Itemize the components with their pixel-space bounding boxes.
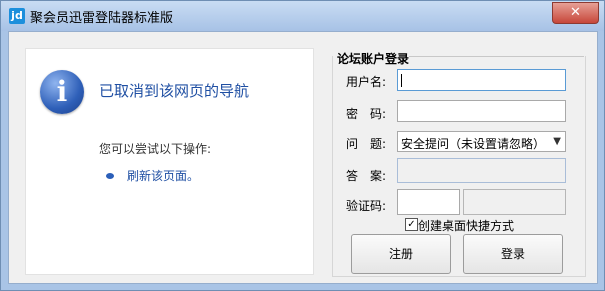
app-window: jd 聚会员迅雷登陆器标准版 ✕ i 已取消到该网页的导航 您可以尝试以下操作:… bbox=[0, 0, 605, 291]
username-input[interactable] bbox=[397, 69, 566, 91]
shortcut-label[interactable]: 创建桌面快捷方式 bbox=[418, 217, 514, 234]
register-button[interactable]: 注册 bbox=[351, 234, 451, 274]
password-label: 密 码: bbox=[346, 107, 387, 121]
answer-label: 答 案: bbox=[346, 169, 387, 183]
login-group-title: 论坛账户登录 bbox=[337, 52, 410, 66]
refresh-page-link[interactable]: 刷新该页面。 bbox=[127, 167, 199, 184]
bullet-icon bbox=[106, 173, 114, 179]
username-label: 用户名: bbox=[346, 75, 387, 89]
text-caret bbox=[401, 74, 402, 87]
embedded-browser: i 已取消到该网页的导航 您可以尝试以下操作: 刷新该页面。 bbox=[25, 48, 314, 275]
captcha-label: 验证码: bbox=[346, 199, 387, 213]
password-input[interactable] bbox=[397, 100, 566, 122]
group-divider bbox=[409, 56, 584, 57]
close-icon: ✕ bbox=[570, 5, 581, 20]
security-question-value: 安全提问（未设置请忽略） bbox=[401, 137, 546, 151]
close-button[interactable]: ✕ bbox=[552, 2, 599, 24]
client-area: i 已取消到该网页的导航 您可以尝试以下操作: 刷新该页面。 论坛账户登录 用户… bbox=[8, 31, 598, 284]
suggestion-text: 您可以尝试以下操作: bbox=[99, 142, 212, 156]
navigation-canceled-heading: 已取消到该网页的导航 bbox=[99, 82, 250, 100]
question-label: 问 题: bbox=[346, 137, 387, 151]
answer-input[interactable] bbox=[397, 158, 566, 183]
captcha-image[interactable] bbox=[463, 189, 566, 215]
shortcut-checkbox[interactable]: ✓ bbox=[405, 218, 418, 231]
captcha-input[interactable] bbox=[397, 189, 460, 215]
security-question-select[interactable]: 安全提问（未设置请忽略） ▼ bbox=[397, 131, 566, 152]
title-bar[interactable]: jd 聚会员迅雷登陆器标准版 ✕ bbox=[1, 1, 604, 31]
login-button[interactable]: 登录 bbox=[463, 234, 563, 274]
app-icon: jd bbox=[9, 8, 25, 24]
info-icon: i bbox=[40, 70, 84, 114]
chevron-down-icon: ▼ bbox=[553, 136, 561, 147]
window-title: 聚会员迅雷登陆器标准版 bbox=[30, 11, 174, 26]
